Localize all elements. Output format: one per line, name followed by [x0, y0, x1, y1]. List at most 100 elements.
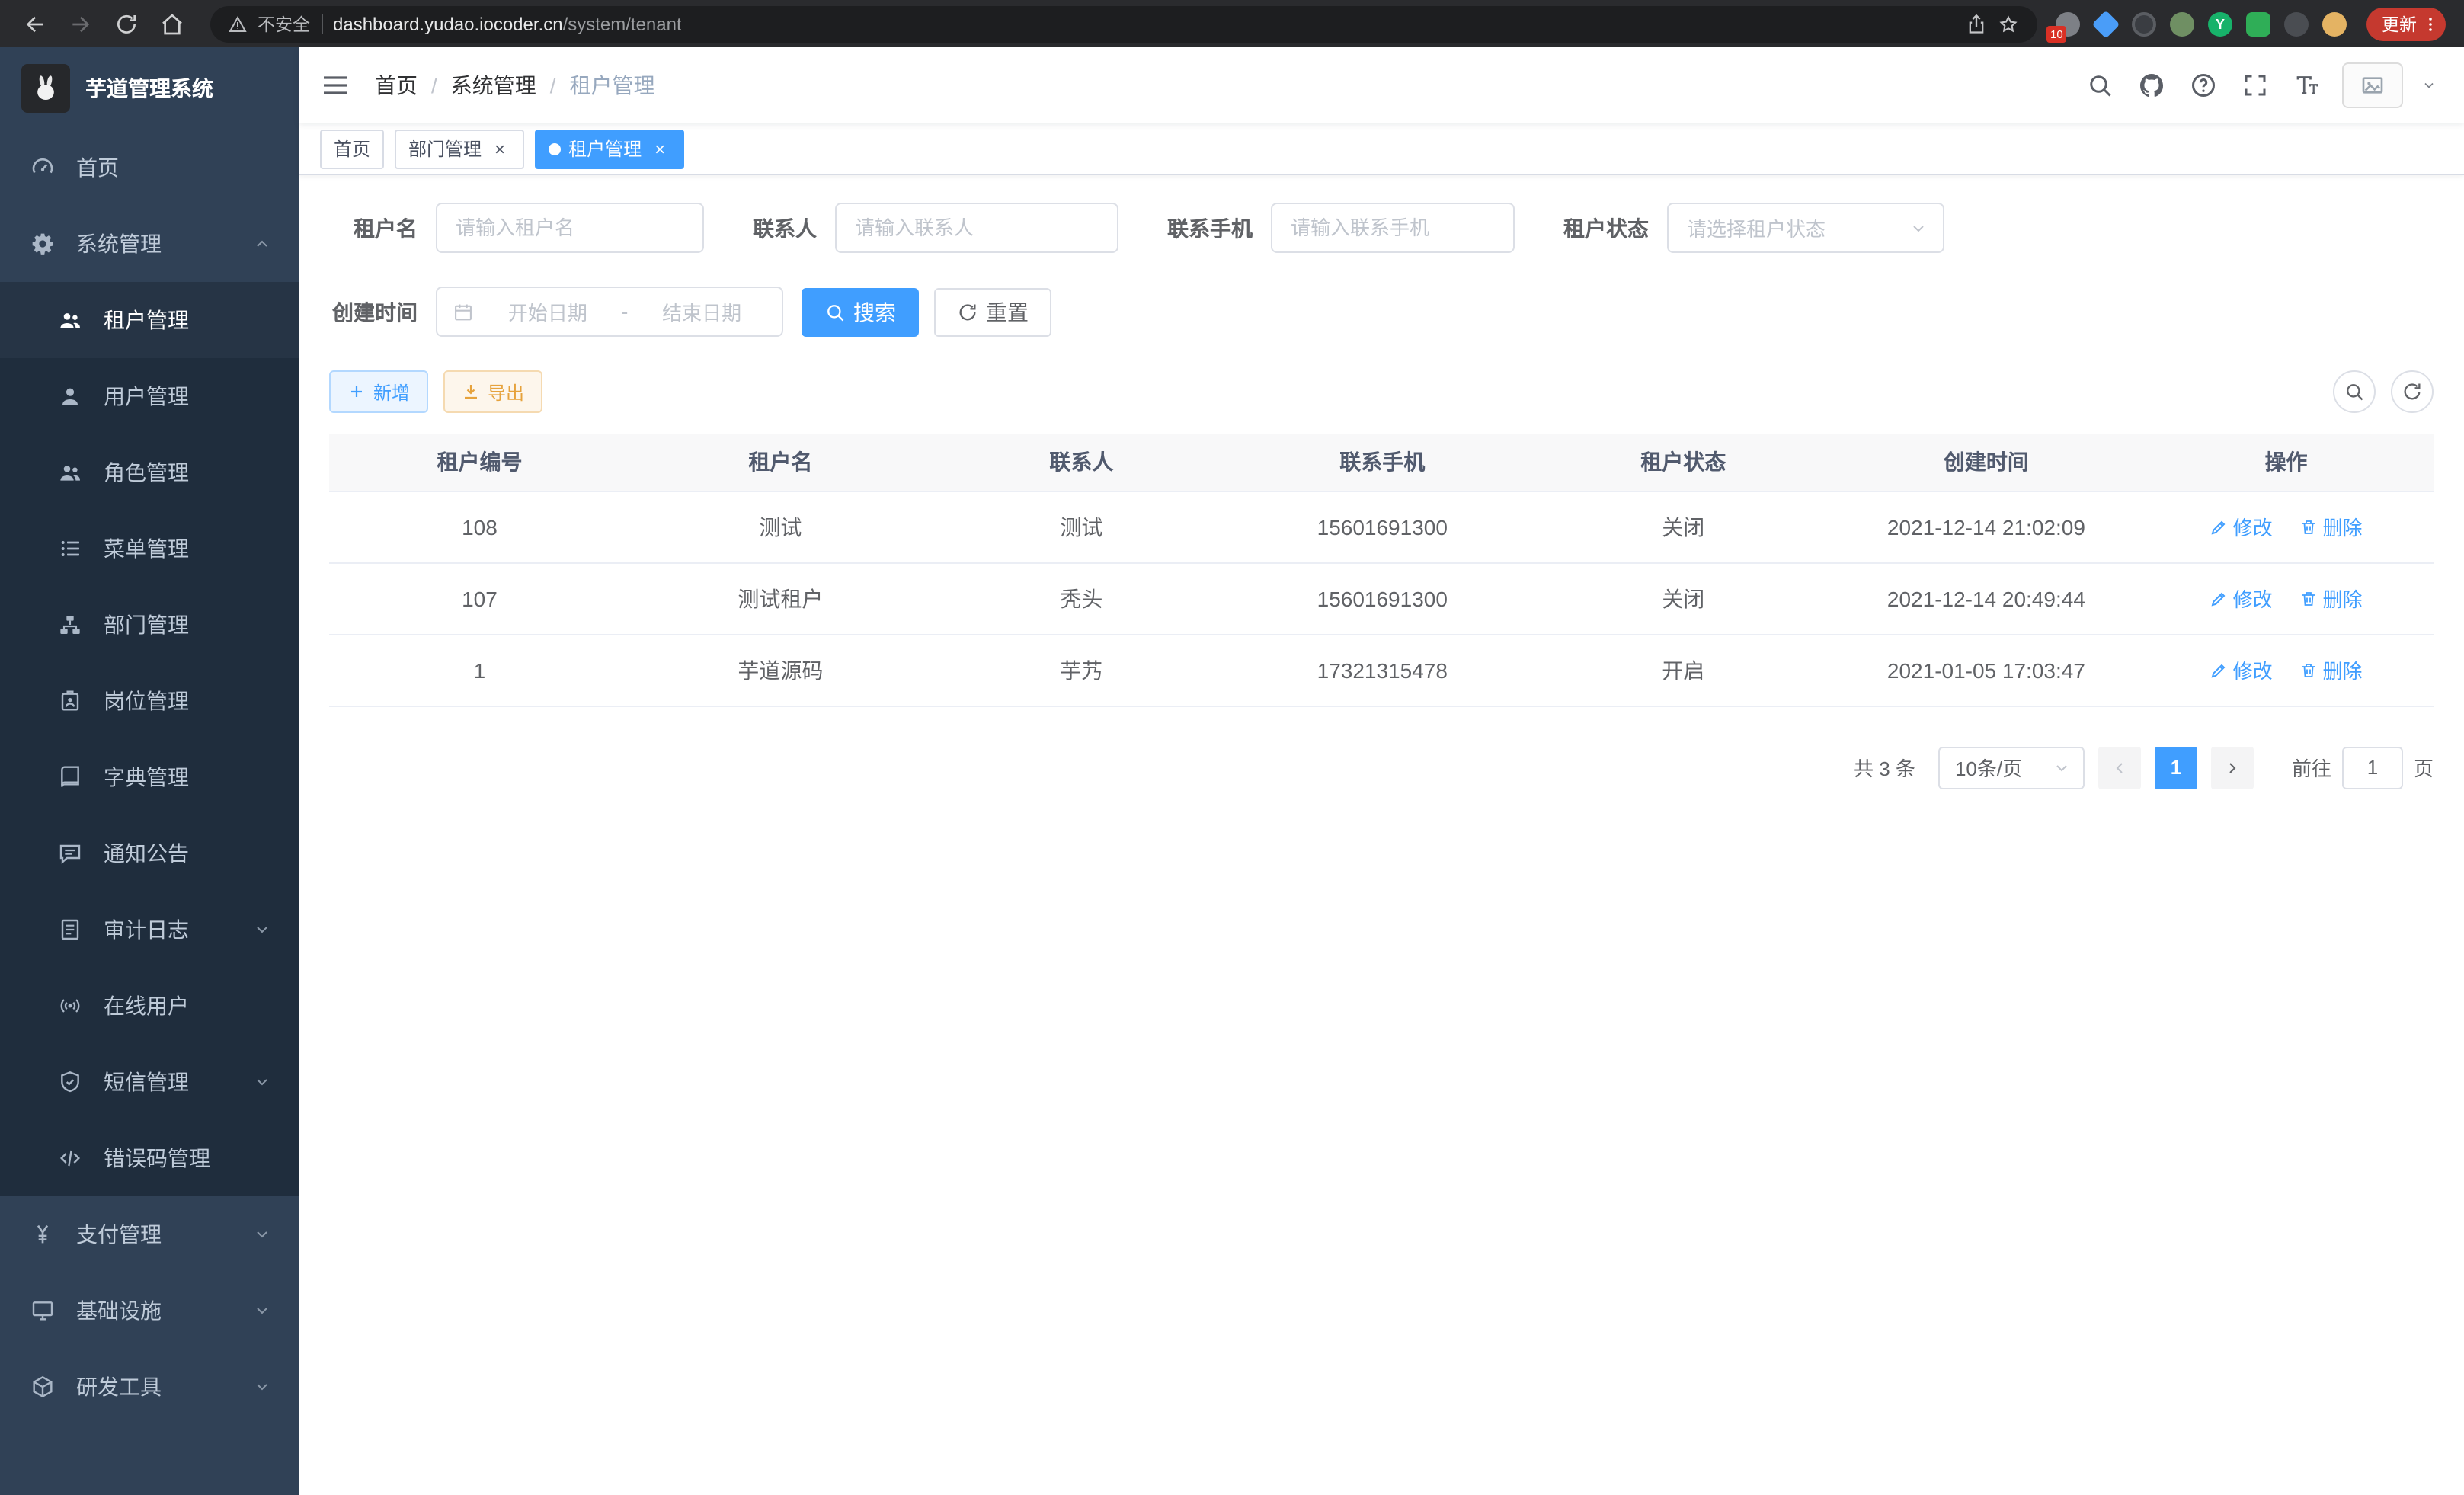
- browser-update-button[interactable]: 更新: [2366, 7, 2446, 40]
- list-icon: [58, 536, 82, 561]
- user-avatar[interactable]: [2342, 62, 2403, 108]
- app-logo[interactable]: 芋道管理系统: [0, 47, 299, 130]
- sidebar-item-dict[interactable]: 字典管理: [0, 739, 299, 815]
- toggle-search-button[interactable]: [2333, 370, 2376, 413]
- sidebar-item-infra[interactable]: 基础设施: [0, 1273, 299, 1349]
- cell-tenant-name: 测试租户: [630, 562, 931, 634]
- security-label[interactable]: 不安全: [258, 11, 310, 36]
- browser-forward-button[interactable]: [61, 5, 101, 42]
- browser-back-button[interactable]: [15, 5, 55, 42]
- cell-actions: 修改 删除: [2139, 491, 2434, 562]
- extension-icon-olive[interactable]: [2170, 11, 2194, 36]
- sidebar-item-audit-log[interactable]: 审计日志: [0, 892, 299, 968]
- chevron-down-icon: [1909, 219, 1928, 237]
- reset-button[interactable]: 重置: [934, 287, 1051, 336]
- refresh-table-button[interactable]: [2391, 370, 2434, 413]
- sidebar-item-posts[interactable]: 岗位管理: [0, 663, 299, 739]
- sidebar-item-payment[interactable]: 支付管理: [0, 1196, 299, 1273]
- extension-icon-blue[interactable]: [2091, 9, 2120, 37]
- extension-icon-dark[interactable]: [2132, 11, 2156, 36]
- address-bar[interactable]: 不安全 dashboard.yudao.iocoder.cn/system/te…: [210, 5, 2037, 42]
- sidebar-item-roles[interactable]: 角色管理: [0, 434, 299, 511]
- breadcrumb-system[interactable]: 系统管理: [451, 70, 536, 101]
- goto-page-input[interactable]: [2342, 746, 2403, 789]
- breadcrumb-home[interactable]: 首页: [375, 70, 418, 101]
- cell-tenant-id: 108: [329, 491, 630, 562]
- contact-input[interactable]: [835, 203, 1118, 253]
- browser-chrome: 不安全 dashboard.yudao.iocoder.cn/system/te…: [0, 0, 2464, 47]
- sidebar-item-error-code[interactable]: 错误码管理: [0, 1120, 299, 1196]
- cell-phone: 17321315478: [1232, 634, 1533, 706]
- monitor-icon: [30, 1298, 55, 1323]
- edit-link[interactable]: 修改: [2210, 655, 2273, 684]
- phone-input[interactable]: [1271, 203, 1515, 253]
- tenant-name-input[interactable]: [436, 203, 704, 253]
- extension-icon-green-y[interactable]: Y: [2208, 11, 2232, 36]
- edit-icon: [2210, 589, 2229, 607]
- close-icon[interactable]: ×: [649, 138, 670, 159]
- gear-icon: [30, 232, 55, 256]
- system-submenu: 租户管理 用户管理 角色管理 菜单管理: [0, 282, 299, 1196]
- bookmark-star-icon[interactable]: [1998, 13, 2019, 34]
- add-button[interactable]: 新增: [329, 370, 428, 413]
- chevron-down-icon: [2053, 758, 2071, 776]
- cell-tenant-id: 1: [329, 634, 630, 706]
- font-size-icon[interactable]: [2290, 69, 2324, 102]
- message-icon: [58, 841, 82, 866]
- create-time-range-picker[interactable]: 开始日期 - 结束日期: [436, 287, 783, 337]
- screen: 不安全 dashboard.yudao.iocoder.cn/system/te…: [0, 0, 2464, 1495]
- browser-reload-button[interactable]: [107, 5, 146, 42]
- filter-row-1: 租户名 联系人 联系手机 租户状态 请选择租户状态: [329, 203, 2434, 253]
- extension-icon-green-square[interactable]: [2246, 11, 2270, 36]
- edit-link[interactable]: 修改: [2210, 584, 2273, 613]
- sidebar-item-sms[interactable]: 短信管理: [0, 1044, 299, 1120]
- close-icon[interactable]: ×: [489, 138, 510, 159]
- tag-home[interactable]: 首页: [320, 129, 384, 168]
- sidebar-item-menus[interactable]: 菜单管理: [0, 511, 299, 587]
- avatar-caret-icon[interactable]: [2421, 78, 2437, 93]
- sidebar-item-notice[interactable]: 通知公告: [0, 815, 299, 892]
- search-button[interactable]: 搜索: [802, 287, 919, 336]
- tag-dept[interactable]: 部门管理 ×: [395, 129, 524, 168]
- cell-tenant-name: 测试: [630, 491, 931, 562]
- export-button[interactable]: 导出: [443, 370, 542, 413]
- browser-menu-icon[interactable]: [2421, 14, 2440, 33]
- breadcrumb: 首页 / 系统管理 / 租户管理: [375, 70, 655, 101]
- browser-home-button[interactable]: [152, 5, 192, 42]
- hamburger-icon[interactable]: [320, 70, 350, 101]
- delete-link[interactable]: 删除: [2299, 512, 2362, 541]
- delete-link[interactable]: 删除: [2299, 655, 2362, 684]
- profile-avatar[interactable]: [2322, 11, 2347, 36]
- shield-icon: [58, 1070, 82, 1094]
- extension-icon-adblock[interactable]: 10: [2056, 11, 2080, 36]
- fullscreen-icon[interactable]: [2238, 69, 2272, 102]
- plus-icon: [347, 383, 366, 401]
- cell-created: 2021-12-14 20:49:44: [1834, 562, 2139, 634]
- breadcrumb-separator: /: [431, 73, 437, 98]
- sidebar-item-system[interactable]: 系统管理: [0, 206, 299, 282]
- sidebar-item-online-users[interactable]: 在线用户: [0, 968, 299, 1044]
- extensions-puzzle-icon[interactable]: [2284, 11, 2309, 36]
- page-content: 租户名 联系人 联系手机 租户状态 请选择租户状态: [299, 175, 2464, 1495]
- delete-link[interactable]: 删除: [2299, 584, 2362, 613]
- sidebar-item-depts[interactable]: 部门管理: [0, 587, 299, 663]
- next-page-button[interactable]: [2211, 746, 2254, 789]
- sidebar-item-devtools[interactable]: 研发工具: [0, 1349, 299, 1425]
- sidebar-item-users[interactable]: 用户管理: [0, 358, 299, 434]
- chevron-right-icon: [2223, 758, 2242, 776]
- github-icon[interactable]: [2135, 69, 2168, 102]
- search-icon: [2344, 381, 2365, 402]
- chevron-down-icon: [253, 1378, 271, 1396]
- help-icon[interactable]: [2187, 69, 2220, 102]
- share-icon[interactable]: [1966, 13, 1987, 34]
- page-1-button[interactable]: 1: [2155, 746, 2197, 789]
- sidebar-item-tenant[interactable]: 租户管理: [0, 282, 299, 358]
- prev-page-button[interactable]: [2098, 746, 2141, 789]
- edit-link[interactable]: 修改: [2210, 512, 2273, 541]
- sidebar-item-home[interactable]: 首页: [0, 130, 299, 206]
- header-status: 租户状态: [1533, 434, 1834, 491]
- page-size-select[interactable]: 10条/页: [1938, 746, 2085, 789]
- header-search-icon[interactable]: [2083, 69, 2117, 102]
- tag-tenant[interactable]: 租户管理 ×: [535, 129, 684, 168]
- status-select[interactable]: 请选择租户状态: [1667, 203, 1944, 253]
